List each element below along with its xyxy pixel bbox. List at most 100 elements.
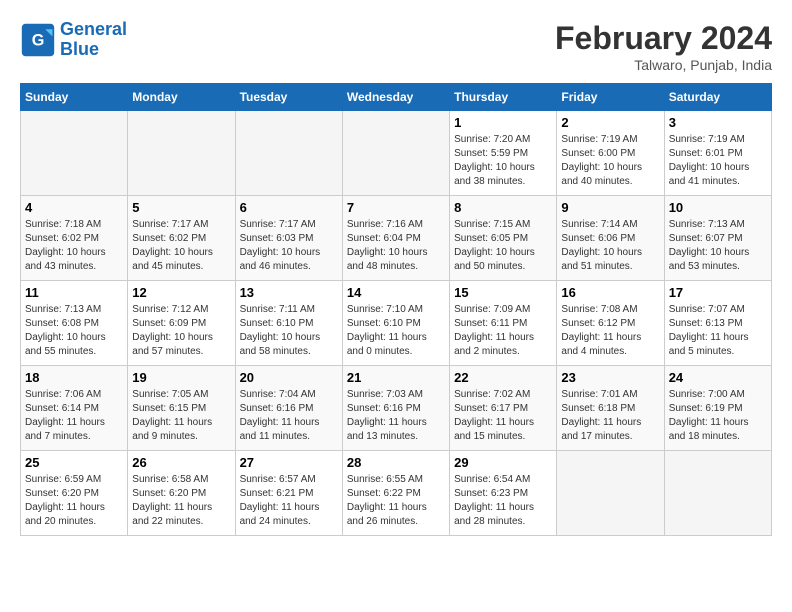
day-number: 28: [347, 455, 445, 470]
calendar-cell: 18 Sunrise: 7:06 AM Sunset: 6:14 PM Dayli…: [21, 366, 128, 451]
day-number: 5: [132, 200, 230, 215]
calendar-cell: [235, 111, 342, 196]
day-info: Sunrise: 7:05 AM Sunset: 6:15 PM Dayligh…: [132, 388, 230, 444]
svg-text:G: G: [32, 31, 45, 49]
day-info: Sunrise: 7:19 AM Sunset: 6:01 PM Dayligh…: [669, 133, 767, 189]
logo-icon: G: [20, 22, 56, 58]
day-info: Sunrise: 6:55 AM Sunset: 6:22 PM Dayligh…: [347, 473, 445, 529]
title-area: February 2024 Talwaro, Punjab, India: [555, 20, 772, 73]
header-day-monday: Monday: [128, 84, 235, 111]
header-day-tuesday: Tuesday: [235, 84, 342, 111]
day-number: 11: [25, 285, 123, 300]
day-info: Sunrise: 7:12 AM Sunset: 6:09 PM Dayligh…: [132, 303, 230, 359]
day-number: 25: [25, 455, 123, 470]
calendar-cell: 10 Sunrise: 7:13 AM Sunset: 6:07 PM Dayli…: [664, 196, 771, 281]
calendar-cell: 28 Sunrise: 6:55 AM Sunset: 6:22 PM Dayli…: [342, 451, 449, 536]
calendar-cell: 6 Sunrise: 7:17 AM Sunset: 6:03 PM Daylig…: [235, 196, 342, 281]
calendar-cell: [128, 111, 235, 196]
calendar-week-1: 1 Sunrise: 7:20 AM Sunset: 5:59 PM Daylig…: [21, 111, 772, 196]
calendar-cell: 4 Sunrise: 7:18 AM Sunset: 6:02 PM Daylig…: [21, 196, 128, 281]
day-number: 14: [347, 285, 445, 300]
day-info: Sunrise: 6:57 AM Sunset: 6:21 PM Dayligh…: [240, 473, 338, 529]
calendar-cell: 25 Sunrise: 6:59 AM Sunset: 6:20 PM Dayli…: [21, 451, 128, 536]
day-number: 10: [669, 200, 767, 215]
day-number: 21: [347, 370, 445, 385]
day-info: Sunrise: 7:07 AM Sunset: 6:13 PM Dayligh…: [669, 303, 767, 359]
calendar-cell: 3 Sunrise: 7:19 AM Sunset: 6:01 PM Daylig…: [664, 111, 771, 196]
month-title: February 2024: [555, 20, 772, 57]
day-number: 18: [25, 370, 123, 385]
day-info: Sunrise: 7:02 AM Sunset: 6:17 PM Dayligh…: [454, 388, 552, 444]
day-info: Sunrise: 7:08 AM Sunset: 6:12 PM Dayligh…: [561, 303, 659, 359]
calendar-cell: 22 Sunrise: 7:02 AM Sunset: 6:17 PM Dayli…: [450, 366, 557, 451]
header-day-wednesday: Wednesday: [342, 84, 449, 111]
day-number: 4: [25, 200, 123, 215]
calendar-cell: [557, 451, 664, 536]
calendar-cell: 14Sunrise: 7:10 AM Sunset: 6:10 PM Dayli…: [342, 281, 449, 366]
day-number: 3: [669, 115, 767, 130]
calendar-cell: 13 Sunrise: 7:11 AM Sunset: 6:10 PM Dayli…: [235, 281, 342, 366]
calendar-week-5: 25 Sunrise: 6:59 AM Sunset: 6:20 PM Dayli…: [21, 451, 772, 536]
day-number: 20: [240, 370, 338, 385]
day-number: 8: [454, 200, 552, 215]
calendar-cell: [342, 111, 449, 196]
day-number: 12: [132, 285, 230, 300]
calendar-cell: 15Sunrise: 7:09 AM Sunset: 6:11 PM Dayli…: [450, 281, 557, 366]
calendar-cell: 11Sunrise: 7:13 AM Sunset: 6:08 PM Dayli…: [21, 281, 128, 366]
day-number: 16: [561, 285, 659, 300]
logo: G General Blue: [20, 20, 127, 60]
day-number: 9: [561, 200, 659, 215]
day-number: 24: [669, 370, 767, 385]
calendar-cell: 27 Sunrise: 6:57 AM Sunset: 6:21 PM Dayli…: [235, 451, 342, 536]
day-number: 19: [132, 370, 230, 385]
day-info: Sunrise: 7:18 AM Sunset: 6:02 PM Dayligh…: [25, 218, 123, 274]
day-info: Sunrise: 7:13 AM Sunset: 6:07 PM Dayligh…: [669, 218, 767, 274]
calendar-cell: 29Sunrise: 6:54 AM Sunset: 6:23 PM Dayli…: [450, 451, 557, 536]
day-info: Sunrise: 7:17 AM Sunset: 6:02 PM Dayligh…: [132, 218, 230, 274]
calendar-week-4: 18 Sunrise: 7:06 AM Sunset: 6:14 PM Dayli…: [21, 366, 772, 451]
day-info: Sunrise: 7:20 AM Sunset: 5:59 PM Dayligh…: [454, 133, 552, 189]
day-info: Sunrise: 7:09 AM Sunset: 6:11 PM Dayligh…: [454, 303, 552, 359]
calendar-cell: 21 Sunrise: 7:03 AM Sunset: 6:16 PM Dayli…: [342, 366, 449, 451]
day-info: Sunrise: 7:00 AM Sunset: 6:19 PM Dayligh…: [669, 388, 767, 444]
header-day-sunday: Sunday: [21, 84, 128, 111]
day-number: 2: [561, 115, 659, 130]
logo-text: General Blue: [60, 20, 127, 60]
calendar-cell: 5 Sunrise: 7:17 AM Sunset: 6:02 PM Daylig…: [128, 196, 235, 281]
day-number: 23: [561, 370, 659, 385]
day-info: Sunrise: 6:58 AM Sunset: 6:20 PM Dayligh…: [132, 473, 230, 529]
day-info: Sunrise: 7:17 AM Sunset: 6:03 PM Dayligh…: [240, 218, 338, 274]
day-info: Sunrise: 6:59 AM Sunset: 6:20 PM Dayligh…: [25, 473, 123, 529]
calendar-table: SundayMondayTuesdayWednesdayThursdayFrid…: [20, 83, 772, 536]
day-info: Sunrise: 7:03 AM Sunset: 6:16 PM Dayligh…: [347, 388, 445, 444]
header: G General Blue February 2024 Talwaro, Pu…: [20, 20, 772, 73]
calendar-header-row: SundayMondayTuesdayWednesdayThursdayFrid…: [21, 84, 772, 111]
day-number: 27: [240, 455, 338, 470]
location: Talwaro, Punjab, India: [555, 57, 772, 73]
calendar-cell: 17 Sunrise: 7:07 AM Sunset: 6:13 PM Dayli…: [664, 281, 771, 366]
day-number: 7: [347, 200, 445, 215]
calendar-cell: 16 Sunrise: 7:08 AM Sunset: 6:12 PM Dayli…: [557, 281, 664, 366]
day-number: 17: [669, 285, 767, 300]
day-info: Sunrise: 7:01 AM Sunset: 6:18 PM Dayligh…: [561, 388, 659, 444]
calendar-cell: 26Sunrise: 6:58 AM Sunset: 6:20 PM Dayli…: [128, 451, 235, 536]
header-day-saturday: Saturday: [664, 84, 771, 111]
logo-line2: Blue: [60, 39, 99, 59]
day-number: 29: [454, 455, 552, 470]
day-number: 1: [454, 115, 552, 130]
day-number: 6: [240, 200, 338, 215]
day-info: Sunrise: 7:11 AM Sunset: 6:10 PM Dayligh…: [240, 303, 338, 359]
calendar-cell: 19 Sunrise: 7:05 AM Sunset: 6:15 PM Dayli…: [128, 366, 235, 451]
day-info: Sunrise: 7:14 AM Sunset: 6:06 PM Dayligh…: [561, 218, 659, 274]
day-info: Sunrise: 7:15 AM Sunset: 6:05 PM Dayligh…: [454, 218, 552, 274]
calendar-cell: [664, 451, 771, 536]
day-info: Sunrise: 7:06 AM Sunset: 6:14 PM Dayligh…: [25, 388, 123, 444]
day-number: 22: [454, 370, 552, 385]
day-info: Sunrise: 7:04 AM Sunset: 6:16 PM Dayligh…: [240, 388, 338, 444]
calendar-cell: 7Sunrise: 7:16 AM Sunset: 6:04 PM Daylig…: [342, 196, 449, 281]
calendar-cell: 23 Sunrise: 7:01 AM Sunset: 6:18 PM Dayli…: [557, 366, 664, 451]
calendar-cell: 1 Sunrise: 7:20 AM Sunset: 5:59 PM Daylig…: [450, 111, 557, 196]
calendar-week-2: 4 Sunrise: 7:18 AM Sunset: 6:02 PM Daylig…: [21, 196, 772, 281]
day-number: 13: [240, 285, 338, 300]
calendar-cell: 8 Sunrise: 7:15 AM Sunset: 6:05 PM Daylig…: [450, 196, 557, 281]
